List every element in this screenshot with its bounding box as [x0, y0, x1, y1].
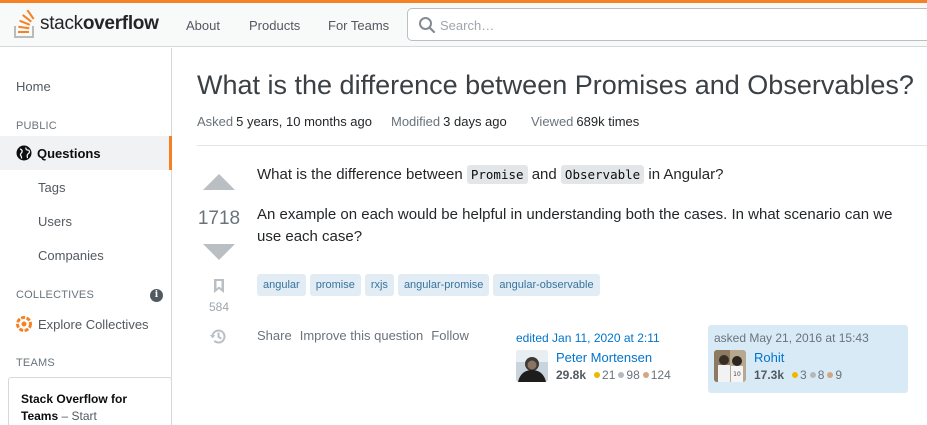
- downvote-button[interactable]: [203, 244, 235, 260]
- sidebar-item-label: Explore Collectives: [38, 316, 149, 332]
- upvote-button[interactable]: [203, 174, 235, 190]
- info-icon[interactable]: i: [150, 289, 163, 302]
- tag-angular-promise[interactable]: angular-promise: [397, 274, 490, 296]
- nav-for-teams[interactable]: For Teams: [322, 14, 395, 37]
- silver-badge-icon: [618, 372, 625, 378]
- stackoverflow-logo[interactable]: stackoverflow: [14, 9, 159, 39]
- search-icon: [419, 17, 436, 34]
- logo-text: stackoverflow: [40, 13, 159, 34]
- sidebar-item-questions[interactable]: Questions: [0, 136, 172, 170]
- nav-products[interactable]: Products: [243, 14, 306, 37]
- tag-promise[interactable]: promise: [309, 274, 361, 296]
- question-body-paragraph-2: An example on each would be helpful in u…: [257, 206, 893, 245]
- question-title[interactable]: What is the difference between Promises …: [197, 70, 914, 101]
- search-input[interactable]: [440, 13, 920, 37]
- svg-text:10: 10: [733, 371, 741, 378]
- improve-question-link[interactable]: Improve this question: [300, 328, 424, 343]
- share-link[interactable]: Share: [257, 328, 292, 343]
- bronze-badge-icon: [827, 372, 834, 378]
- bookmark-icon[interactable]: [213, 278, 225, 299]
- bronze-badge-icon: [642, 372, 649, 378]
- collectives-icon: [16, 316, 32, 332]
- asker-avatar[interactable]: 10: [714, 350, 746, 382]
- meta-asked: Asked 5 years, 10 months ago: [197, 114, 372, 129]
- history-icon[interactable]: [209, 327, 228, 351]
- teams-promo-rest: – Start: [58, 409, 97, 423]
- edited-timestamp[interactable]: edited Jan 11, 2020 at 2:11: [516, 331, 694, 345]
- stackoverflow-logo-icon: [14, 10, 35, 38]
- sidebar-heading-public: PUBLIC: [16, 120, 57, 132]
- tag-angular-observable[interactable]: angular-observable: [493, 274, 600, 296]
- editor-name[interactable]: Peter Mortensen: [556, 350, 671, 366]
- sidebar-item-users[interactable]: Users: [38, 214, 72, 229]
- tag-angular[interactable]: angular: [257, 274, 306, 296]
- asked-timestamp: asked May 21, 2016 at 15:43: [714, 331, 869, 345]
- sidebar-item-explore-collectives[interactable]: Explore Collectives: [16, 316, 149, 332]
- inline-code: Observable: [560, 165, 645, 184]
- teams-promo-box[interactable]: Stack Overflow for Teams – Start: [8, 377, 172, 425]
- nav-about[interactable]: About: [180, 14, 226, 37]
- search-box[interactable]: [407, 8, 927, 41]
- sidebar-item-home[interactable]: Home: [16, 79, 51, 94]
- sidebar-heading-collectives: COLLECTIVES: [16, 289, 95, 301]
- post-actions: Share Improve this question Follow: [257, 328, 469, 343]
- tag-list: angular promise rxjs angular-promise ang…: [257, 274, 600, 296]
- asker-reputation: 17.3k 3 8 9: [754, 368, 843, 382]
- bookmark-count: 584: [208, 300, 230, 314]
- sidebar-item-label: Questions: [37, 145, 101, 161]
- sidebar-heading-teams: TEAMS: [16, 357, 55, 369]
- inline-code: Promise: [466, 165, 528, 184]
- question-body-paragraph-1: What is the difference between Promise a…: [257, 165, 724, 184]
- left-sidebar: Home PUBLIC Questions Tags Users Compani…: [0, 48, 172, 425]
- sidebar-item-companies[interactable]: Companies: [38, 248, 104, 263]
- tag-rxjs[interactable]: rxjs: [364, 274, 394, 296]
- meta-viewed: Viewed 689k times: [531, 114, 640, 129]
- asker-card: asked May 21, 2016 at 15:43 10 Rohit 17.…: [708, 325, 908, 393]
- follow-link[interactable]: Follow: [431, 328, 469, 343]
- editor-avatar[interactable]: [516, 350, 548, 382]
- header-divider: [197, 145, 927, 146]
- meta-modified: Modified 3 days ago: [391, 114, 507, 129]
- editor-card: edited Jan 11, 2020 at 2:11 Peter Morten…: [510, 325, 700, 389]
- top-bar: stackoverflow About Products For Teams: [0, 0, 927, 47]
- vote-count: 1718: [197, 208, 241, 229]
- editor-reputation: 29.8k 21 98 124: [556, 368, 671, 382]
- gold-badge-icon: [594, 372, 601, 378]
- sidebar-item-tags[interactable]: Tags: [38, 180, 65, 195]
- asker-name[interactable]: Rohit: [754, 350, 842, 366]
- globe-icon: [16, 145, 32, 161]
- silver-badge-icon: [809, 372, 816, 378]
- gold-badge-icon: [792, 372, 799, 378]
